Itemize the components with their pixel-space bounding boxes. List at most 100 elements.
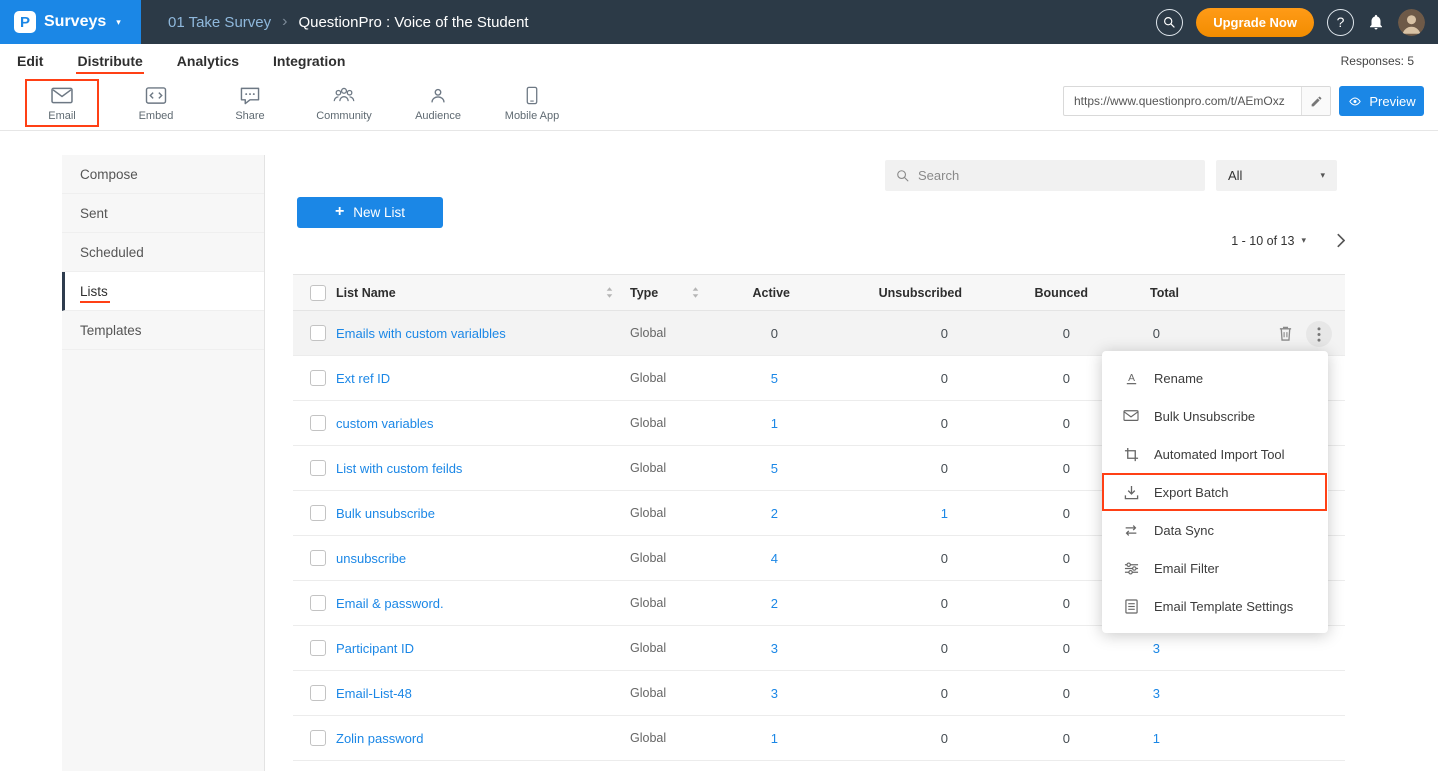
sidebar-item-scheduled[interactable]: Scheduled	[62, 233, 264, 272]
tab-integration[interactable]: Integration	[273, 53, 345, 69]
row-checkbox[interactable]	[310, 550, 326, 566]
menu-item-email-template-settings[interactable]: Email Template Settings	[1102, 587, 1328, 625]
list-active-count[interactable]: 2	[713, 581, 778, 625]
row-checkbox[interactable]	[310, 685, 326, 701]
list-bounced-count: 0	[1005, 491, 1070, 535]
search-input[interactable]	[918, 168, 1194, 183]
row-menu-kebab-icon[interactable]	[1306, 321, 1332, 347]
responses-count[interactable]: Responses: 5	[1341, 54, 1438, 68]
pagination-range-dropdown[interactable]: 1 - 10 of 13 ▾	[1231, 234, 1306, 248]
list-name-link[interactable]: Email & password.	[336, 581, 444, 625]
user-avatar[interactable]	[1398, 9, 1425, 36]
toolbar-item-community[interactable]: Community	[312, 85, 376, 122]
menu-item-email-filter[interactable]: Email Filter	[1102, 549, 1328, 587]
column-header-type[interactable]: Type	[630, 275, 658, 310]
row-checkbox[interactable]	[310, 415, 326, 431]
email-icon	[50, 85, 74, 105]
list-active-count[interactable]: 4	[713, 536, 778, 580]
notifications-bell-icon[interactable]	[1367, 13, 1385, 31]
list-total-count[interactable]: 3	[1113, 671, 1160, 715]
tab-edit[interactable]: Edit	[17, 53, 43, 69]
list-name-link[interactable]: Participant ID	[336, 626, 414, 670]
list-name-link[interactable]: Bulk unsubscribe	[336, 491, 435, 535]
plus-icon: +	[335, 203, 344, 221]
breadcrumb: 01 Take Survey › QuestionPro : Voice of …	[168, 13, 529, 31]
list-name-link[interactable]: Zolin password	[336, 716, 423, 760]
row-checkbox[interactable]	[310, 505, 326, 521]
upgrade-now-button[interactable]: Upgrade Now	[1196, 8, 1314, 37]
list-active-count[interactable]: 5	[713, 356, 778, 400]
menu-item-data-sync[interactable]: Data Sync	[1102, 511, 1328, 549]
pagination: 1 - 10 of 13 ▾	[1231, 233, 1345, 248]
list-total-count[interactable]: 1	[1113, 716, 1160, 760]
list-active-count[interactable]: 2	[713, 491, 778, 535]
list-name-link[interactable]: unsubscribe	[336, 536, 406, 580]
sidebar-item-label: Templates	[80, 323, 142, 338]
sidebar-item-sent[interactable]: Sent	[62, 194, 264, 233]
list-filter-dropdown[interactable]: All ▾	[1216, 160, 1337, 191]
list-name-link[interactable]: Ext ref ID	[336, 356, 390, 400]
menu-item-automated-import-tool[interactable]: Automated Import Tool	[1102, 435, 1328, 473]
list-active-count[interactable]: 1	[713, 716, 778, 760]
toolbar-item-label: Community	[316, 110, 372, 122]
survey-url[interactable]: https://www.questionpro.com/t/AEmOxz	[1064, 94, 1301, 108]
tab-analytics[interactable]: Analytics	[177, 53, 239, 69]
breadcrumb-survey-link[interactable]: 01 Take Survey	[168, 14, 271, 31]
row-checkbox[interactable]	[310, 595, 326, 611]
toolbar-item-mobile-app[interactable]: Mobile App	[500, 85, 564, 122]
list-bounced-count: 0	[1005, 716, 1070, 760]
nav-tabs: Edit Distribute Analytics Integration	[17, 53, 345, 69]
row-checkbox[interactable]	[310, 640, 326, 656]
menu-item-bulk-unsubscribe[interactable]: Bulk Unsubscribe	[1102, 397, 1328, 435]
toolbar-item-audience[interactable]: Audience	[406, 85, 470, 122]
next-page-chevron-icon[interactable]	[1336, 233, 1345, 248]
toolbar-item-share[interactable]: Share	[218, 85, 282, 122]
row-checkbox[interactable]	[310, 460, 326, 476]
menu-item-label: Data Sync	[1154, 523, 1214, 538]
select-all-checkbox[interactable]	[310, 285, 326, 301]
toolbar-item-email[interactable]: Email	[30, 85, 94, 122]
list-active-count[interactable]: 5	[713, 446, 778, 490]
bulk-unsubscribe-icon	[1123, 409, 1139, 423]
tab-distribute[interactable]: Distribute	[77, 53, 142, 69]
sort-icon[interactable]	[692, 275, 699, 310]
edit-url-pencil-icon[interactable]	[1301, 87, 1330, 115]
list-name-link[interactable]: Email-List-48	[336, 671, 412, 715]
column-header-list-name[interactable]: List Name	[336, 275, 396, 310]
preview-button[interactable]: Preview	[1339, 86, 1424, 116]
list-name-link[interactable]: custom variables	[336, 401, 434, 445]
sidebar-item-label: Scheduled	[80, 245, 144, 260]
list-total-count: 0	[1113, 311, 1160, 355]
column-header-active: Active	[713, 275, 790, 310]
chevron-down-icon: ▾	[1301, 235, 1306, 246]
row-checkbox[interactable]	[310, 370, 326, 386]
table-row: Emails with custom varialblesGlobal0000	[293, 311, 1345, 356]
breadcrumb-separator-icon: ›	[282, 13, 287, 31]
list-name-link[interactable]: Emails with custom varialbles	[336, 311, 506, 355]
menu-item-rename[interactable]: ARename	[1102, 359, 1328, 397]
list-type: Global	[630, 581, 666, 625]
help-icon[interactable]: ?	[1327, 9, 1354, 36]
sidebar-item-label: Lists	[80, 284, 108, 299]
list-active-count[interactable]: 1	[713, 401, 778, 445]
row-checkbox[interactable]	[310, 325, 326, 341]
toolbar-item-embed[interactable]: Embed	[124, 85, 188, 122]
sidebar-item-lists[interactable]: Lists	[62, 272, 264, 311]
menu-item-label: Automated Import Tool	[1154, 447, 1285, 462]
new-list-button[interactable]: + New List	[297, 197, 443, 228]
search-icon[interactable]	[1156, 9, 1183, 36]
list-active-count[interactable]: 3	[713, 671, 778, 715]
list-active-count[interactable]: 3	[713, 626, 778, 670]
list-unsubscribed-count[interactable]: 1	[873, 491, 948, 535]
list-name-link[interactable]: List with custom feilds	[336, 446, 462, 490]
surveys-product-menu[interactable]: P Surveys ▾	[0, 0, 141, 44]
menu-item-export-batch[interactable]: Export Batch	[1102, 473, 1328, 511]
sort-icon[interactable]	[606, 275, 613, 310]
delete-list-icon[interactable]	[1278, 325, 1293, 342]
sidebar-item-compose[interactable]: Compose	[62, 155, 264, 194]
row-checkbox[interactable]	[310, 730, 326, 746]
survey-url-box: https://www.questionpro.com/t/AEmOxz	[1063, 86, 1331, 116]
list-type: Global	[630, 716, 666, 760]
automated-import-icon	[1123, 447, 1139, 462]
sidebar-item-templates[interactable]: Templates	[62, 311, 264, 350]
